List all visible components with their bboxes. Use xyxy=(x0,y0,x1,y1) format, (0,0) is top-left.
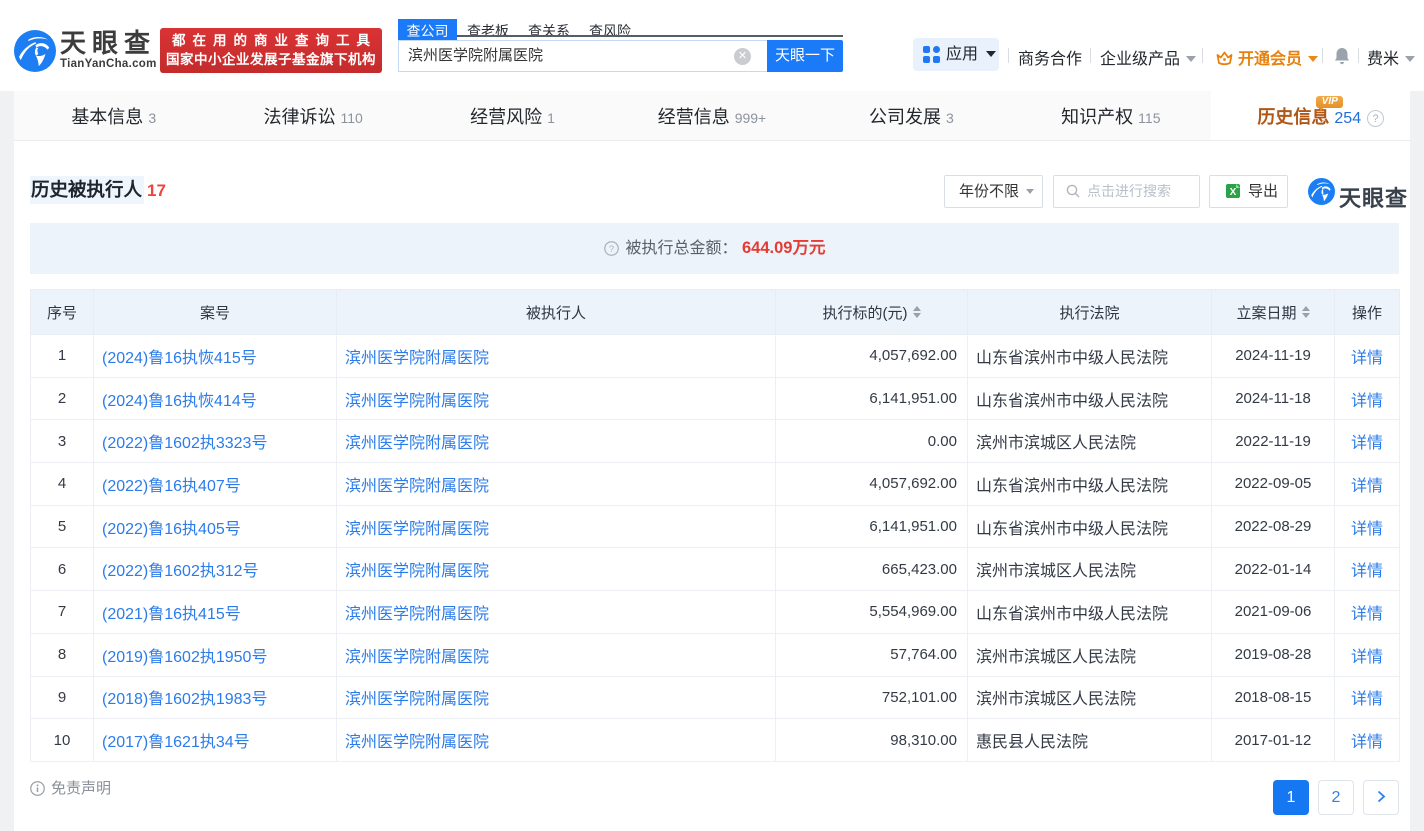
svg-text:?: ? xyxy=(608,244,613,254)
svg-text:X: X xyxy=(1230,187,1237,198)
